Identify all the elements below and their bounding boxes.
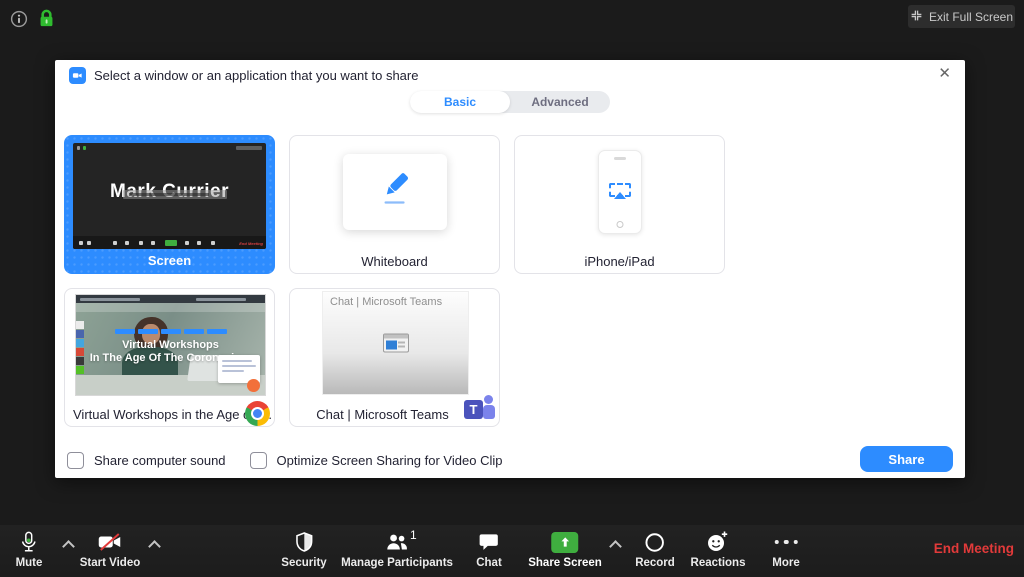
manage-participants-button[interactable]: 1 Manage Participants bbox=[341, 528, 453, 569]
teams-preview-title: Chat | Microsoft Teams bbox=[330, 296, 443, 308]
screen-preview: Mark Currier End Meeting bbox=[73, 143, 266, 249]
tile-teams-window[interactable]: Chat | Microsoft Teams Chat | Microsoft … bbox=[289, 288, 500, 427]
pen-icon bbox=[374, 169, 416, 216]
ellipsis-icon bbox=[772, 530, 801, 554]
preview-toolbar: End Meeting bbox=[73, 236, 266, 249]
participants-icon: 1 bbox=[384, 528, 417, 554]
mute-label: Mute bbox=[15, 557, 43, 569]
exit-full-screen-button[interactable]: Exit Full Screen bbox=[908, 5, 1015, 28]
start-video-button[interactable]: Start Video bbox=[79, 530, 141, 569]
share-computer-sound-option[interactable]: Share computer sound bbox=[67, 452, 226, 469]
share-button[interactable]: Share bbox=[860, 446, 953, 472]
airplay-icon bbox=[608, 183, 631, 197]
tile-iphone-label: iPhone/iPad bbox=[584, 254, 655, 269]
tile-chrome-window[interactable]: Virtual Workshops In The Age Of The Coro… bbox=[64, 288, 275, 427]
mute-options-chevron[interactable] bbox=[62, 540, 75, 553]
preview-headline: Virtual Workshops bbox=[122, 339, 219, 351]
zoom-camera-icon bbox=[69, 67, 86, 84]
tab-advanced[interactable]: Advanced bbox=[510, 91, 610, 113]
share-screen-icon bbox=[551, 530, 579, 554]
video-options-chevron[interactable] bbox=[148, 540, 161, 553]
preview-end-meeting: End Meeting bbox=[239, 241, 263, 246]
tile-chrome-label: Virtual Workshops in the Age of t... bbox=[73, 407, 272, 422]
smiley-plus-icon bbox=[706, 530, 730, 554]
microphone-icon bbox=[18, 530, 40, 554]
window-icon bbox=[382, 333, 409, 353]
exit-full-screen-label: Exit Full Screen bbox=[928, 9, 1014, 24]
start-video-label: Start Video bbox=[79, 557, 141, 569]
more-label: More bbox=[772, 557, 800, 569]
tile-whiteboard[interactable]: Whiteboard bbox=[289, 135, 500, 274]
meeting-toolbar: Mute Start Video Security 1 Manage Parti… bbox=[0, 525, 1024, 577]
tile-iphone-ipad[interactable]: iPhone/iPad bbox=[514, 135, 725, 274]
optimize-video-checkbox[interactable] bbox=[249, 452, 267, 469]
mute-button[interactable]: Mute bbox=[15, 530, 43, 569]
optimize-video-label: Optimize Screen Sharing for Video Clip bbox=[276, 453, 503, 468]
preview-lock-icon bbox=[83, 146, 86, 150]
chrome-window-preview: Virtual Workshops In The Age Of The Coro… bbox=[75, 294, 266, 396]
chat-widget-button bbox=[247, 379, 260, 392]
tile-screen-label: Screen bbox=[147, 253, 192, 268]
reactions-label: Reactions bbox=[690, 557, 746, 569]
share-options-chevron[interactable] bbox=[609, 540, 622, 553]
chat-button[interactable]: Chat bbox=[476, 530, 502, 569]
record-label: Record bbox=[635, 557, 675, 569]
manage-participants-label: Manage Participants bbox=[341, 557, 453, 569]
phone-outline-icon bbox=[597, 150, 642, 234]
end-meeting-button[interactable]: End Meeting bbox=[934, 541, 1014, 556]
record-button[interactable]: Record bbox=[635, 530, 675, 569]
share-sound-label: Share computer sound bbox=[94, 453, 226, 468]
tile-whiteboard-label: Whiteboard bbox=[361, 254, 428, 269]
chat-label: Chat bbox=[476, 557, 502, 569]
dialog-title: Select a window or an application that y… bbox=[69, 67, 418, 84]
security-button[interactable]: Security bbox=[281, 530, 327, 569]
more-button[interactable]: More bbox=[772, 530, 801, 569]
preview-share-button bbox=[165, 240, 177, 246]
basic-advanced-tabs: Basic Advanced bbox=[410, 91, 610, 113]
meeting-status-icons bbox=[10, 8, 55, 34]
preview-nav-buttons bbox=[76, 329, 265, 334]
share-select-dialog: Select a window or an application that y… bbox=[55, 60, 965, 478]
whiteboard-card bbox=[342, 154, 447, 230]
share-sound-checkbox[interactable] bbox=[67, 452, 84, 469]
teams-icon: T bbox=[464, 395, 495, 423]
teams-window-preview: Chat | Microsoft Teams bbox=[323, 292, 468, 394]
tile-screen[interactable]: Mark Currier End Meeting Screen bbox=[64, 135, 275, 274]
share-screen-label: Share Screen bbox=[528, 557, 602, 569]
preview-overlay-bar bbox=[123, 190, 227, 199]
exit-full-screen-icon bbox=[910, 9, 923, 25]
shield-icon bbox=[293, 530, 315, 554]
share-options: Share computer sound Optimize Screen Sha… bbox=[67, 452, 502, 469]
dialog-title-text: Select a window or an application that y… bbox=[94, 68, 419, 83]
optimize-video-option[interactable]: Optimize Screen Sharing for Video Clip bbox=[249, 452, 503, 469]
record-icon bbox=[644, 530, 667, 554]
preview-exit-fullscreen bbox=[236, 146, 262, 150]
participant-count-badge: 1 bbox=[410, 528, 417, 542]
chat-bubble-icon bbox=[478, 530, 501, 554]
tab-basic[interactable]: Basic bbox=[410, 91, 510, 113]
video-camera-off-icon bbox=[97, 530, 123, 554]
encryption-lock-icon[interactable] bbox=[38, 8, 55, 34]
preview-info-icon bbox=[77, 146, 80, 150]
close-icon[interactable]: ✕ bbox=[938, 66, 951, 81]
share-screen-button[interactable]: Share Screen bbox=[528, 530, 602, 569]
security-label: Security bbox=[281, 557, 327, 569]
reactions-button[interactable]: Reactions bbox=[690, 530, 746, 569]
info-icon[interactable] bbox=[10, 10, 28, 33]
